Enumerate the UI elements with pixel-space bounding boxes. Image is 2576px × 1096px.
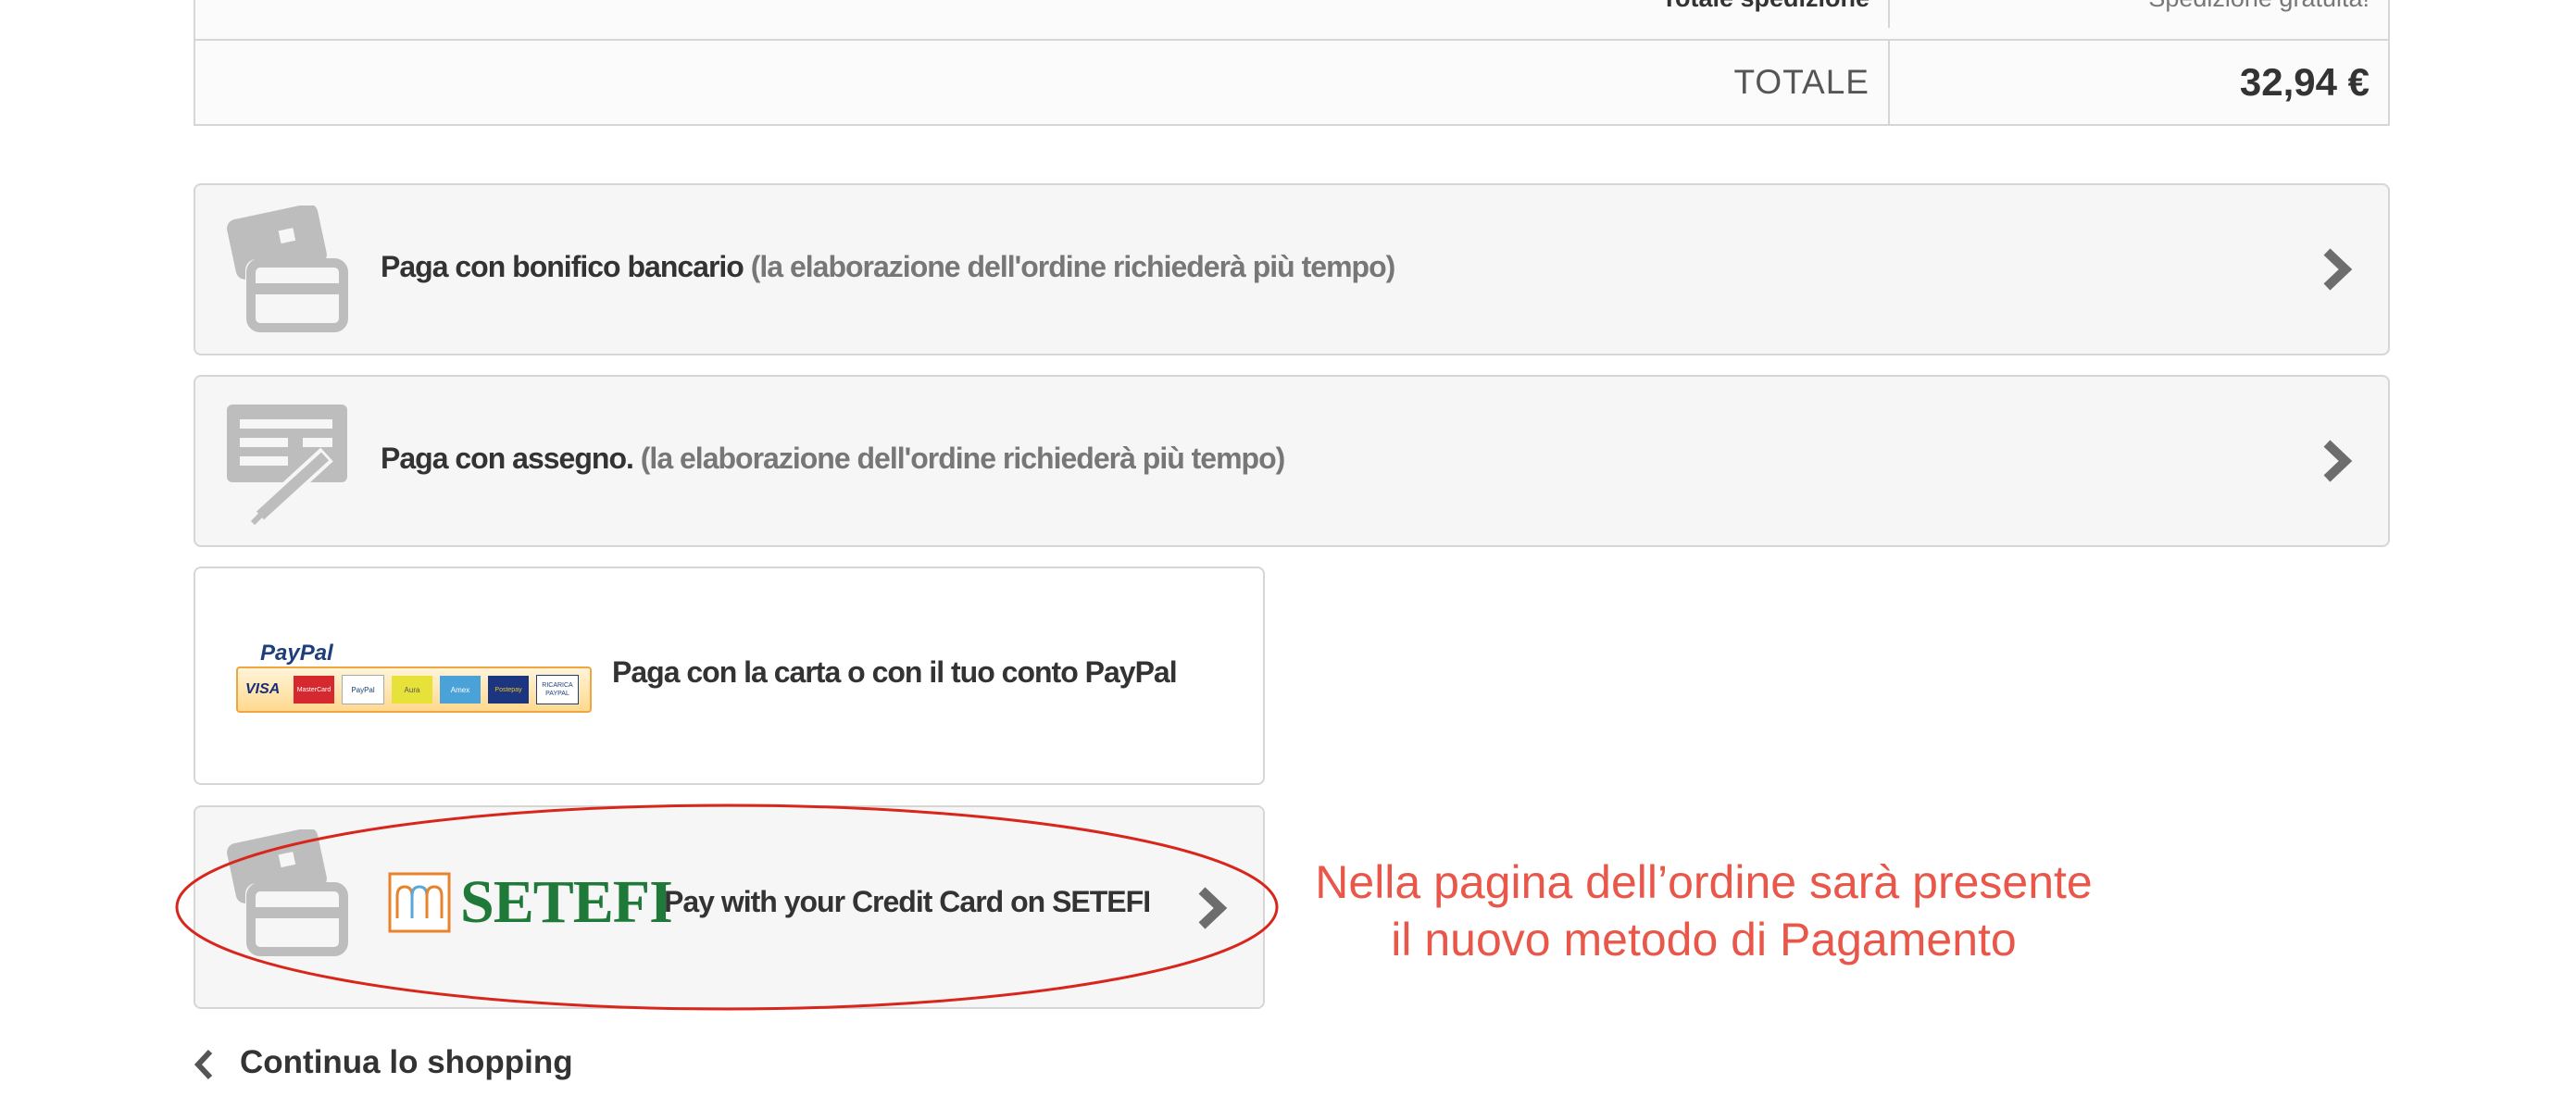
chevron-left-icon [194, 1049, 213, 1079]
total-row: TOTALE 32,94 € [195, 39, 2388, 124]
card-mark-aura: Aura [392, 676, 432, 704]
shipping-value: Spedizione gratuita! [1890, 0, 2388, 28]
pay-cheque-note: (la elaborazione dell'ordine richiederà … [640, 442, 1286, 475]
continue-shopping-link[interactable]: Continua lo shopping [194, 1044, 573, 1081]
shipping-label: Totale spedizione [195, 0, 1890, 28]
continue-shopping-label: Continua lo shopping [240, 1044, 573, 1080]
credit-card-icon [227, 206, 348, 332]
pay-bank-transfer-text: Paga con bonifico bancario (la elaborazi… [381, 250, 1396, 284]
chevron-right-icon [2323, 248, 2353, 291]
pay-bank-transfer-option[interactable]: Paga con bonifico bancario (la elaborazi… [194, 183, 2390, 355]
cheque-icon [227, 405, 347, 526]
total-value: 32,94 € [2239, 60, 2370, 104]
card-mark-amex: Amex [440, 676, 481, 704]
pay-paypal-text: Paga con la carta o con il tuo conto Pay… [612, 655, 1178, 690]
pay-cheque-label: Paga con assegno. [381, 442, 634, 475]
pay-cheque-option[interactable]: Paga con assegno. (la elaborazione dell'… [194, 375, 2390, 547]
card-mark-postepay: Postepay [488, 676, 529, 704]
chevron-right-icon [2323, 440, 2353, 482]
card-mark-ricarica: RICARICA PAYPAL [536, 675, 579, 704]
paypal-card-strip: VISA MasterCard PayPal Aura Amex Postepa… [236, 666, 592, 713]
total-label: TOTALE [195, 41, 1890, 124]
pay-paypal-option[interactable]: PayPal VISA MasterCard PayPal Aura Amex … [194, 567, 1265, 785]
card-mark-paypal: PayPal [342, 675, 384, 704]
paypal-logo-text: PayPal [260, 641, 333, 666]
pay-bank-transfer-label: Paga con bonifico bancario [381, 250, 744, 283]
highlight-ellipse [175, 803, 1279, 1011]
card-mark-visa: VISA [245, 681, 281, 697]
annotation-line-1: Nella pagina dell’ordine sarà presente [1315, 856, 2093, 908]
pay-cheque-text: Paga con assegno. (la elaborazione dell'… [381, 442, 1286, 476]
card-mark-mastercard: MasterCard [294, 676, 334, 704]
annotation-text: Nella pagina dell’ordine sarà presente i… [1287, 853, 2120, 968]
paypal-logo: PayPal VISA MasterCard PayPal Aura Amex … [236, 641, 594, 722]
annotation-line-2: il nuovo metodo di Pagamento [1391, 914, 2017, 965]
shipping-row: Totale spedizione Spedizione gratuita! [195, 0, 2388, 39]
pay-paypal-label: Paga con la carta o con il tuo conto Pay… [612, 655, 1178, 689]
pay-bank-transfer-note: (la elaborazione dell'ordine richiederà … [750, 250, 1396, 283]
order-totals-table: Totale spedizione Spedizione gratuita! T… [194, 0, 2390, 126]
